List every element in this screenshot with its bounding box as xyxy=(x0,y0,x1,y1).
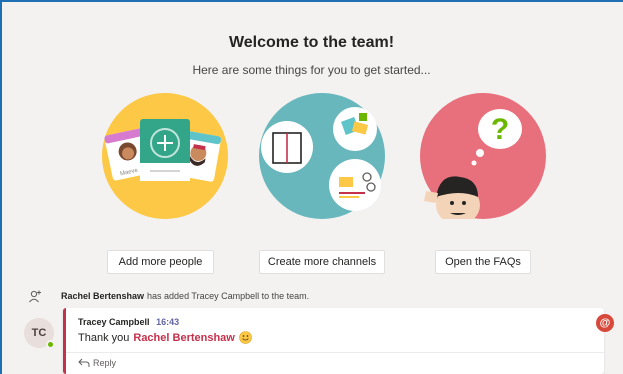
message-author[interactable]: Tracey Campbell xyxy=(78,317,150,327)
smile-emoji-icon xyxy=(239,331,252,344)
add-people-illustration: Maeve xyxy=(102,93,228,219)
presence-available-icon xyxy=(46,340,55,349)
create-channels-illustration xyxy=(259,93,385,219)
activity-actor: Rachel Bertenshaw xyxy=(61,291,145,301)
welcome-title: Welcome to the team! xyxy=(228,34,395,51)
message-card[interactable]: Tracey Campbell 16:43 Thank you Rachel B… xyxy=(63,308,604,374)
open-faqs-illustration: ? xyxy=(420,93,546,219)
open-faqs-button[interactable]: Open the FAQs xyxy=(435,250,531,274)
welcome-subtitle: Here are some things for you to get star… xyxy=(192,63,431,77)
message-mention[interactable]: Rachel Bertenshaw xyxy=(133,332,234,344)
message-text: Thank you xyxy=(78,331,130,344)
mention-at-icon[interactable]: @ xyxy=(596,314,614,332)
reply-label: Reply xyxy=(93,358,117,368)
create-more-channels-button[interactable]: Create more channels xyxy=(259,250,385,274)
reply-button[interactable]: Reply xyxy=(78,355,116,371)
svg-text:?: ? xyxy=(491,113,509,146)
activity-text: has added Tracey Campbell to the team. xyxy=(147,291,310,301)
message-divider xyxy=(66,352,604,353)
team-activity-event: Rachel Bertenshaw has added Tracey Campb… xyxy=(28,286,309,306)
reply-arrow-icon xyxy=(78,358,90,367)
add-person-icon xyxy=(29,290,41,303)
add-more-people-button[interactable]: Add more people xyxy=(107,250,214,274)
message-header: Tracey Campbell 16:43 xyxy=(78,317,179,327)
message-time: 16:43 xyxy=(156,317,180,327)
message-body: Thank you Rachel Bertenshaw xyxy=(78,331,252,344)
